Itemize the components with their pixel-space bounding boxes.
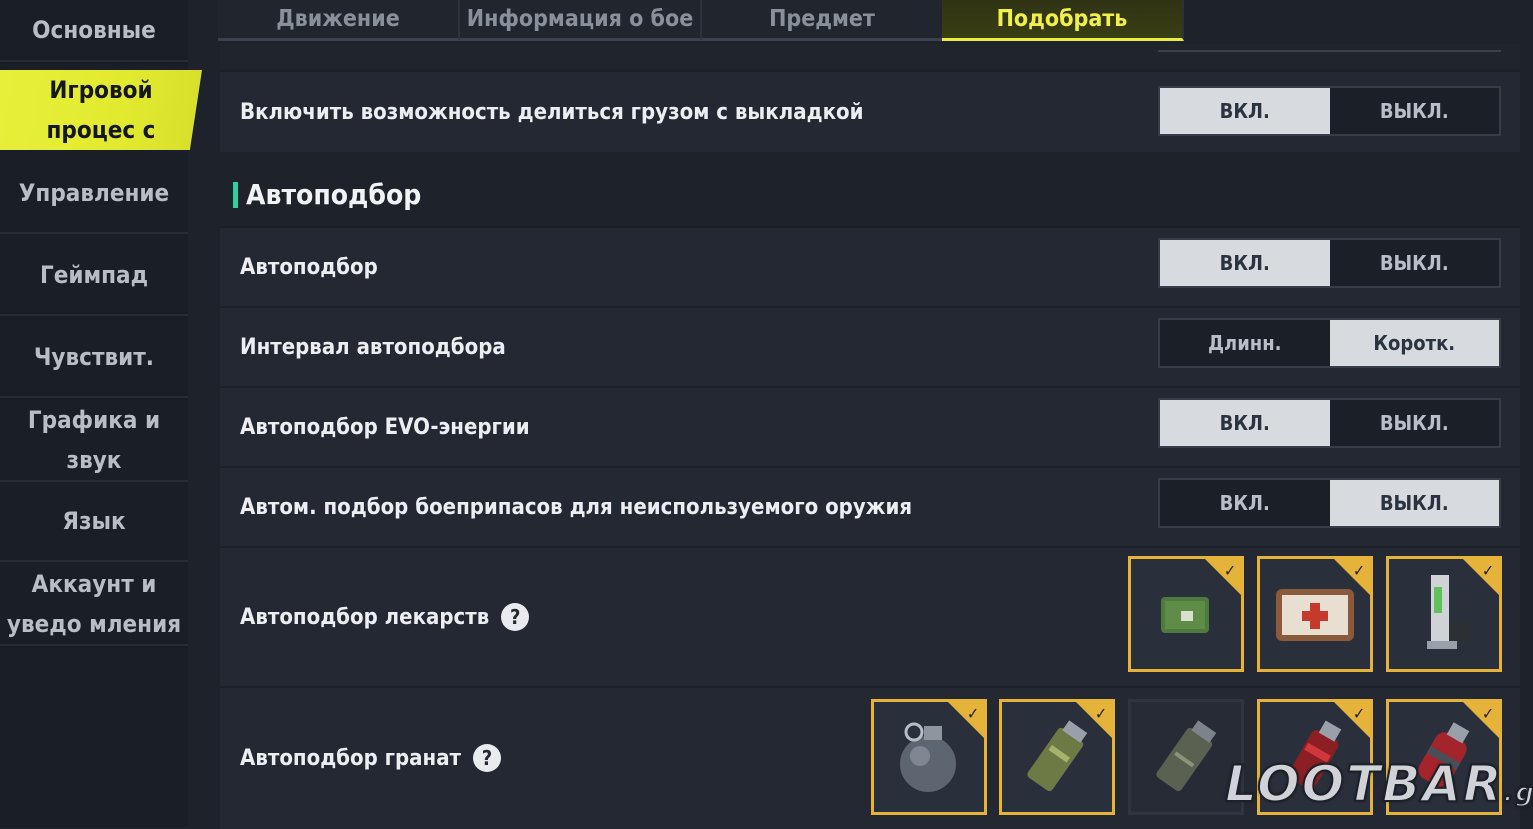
check-icon: ✓ [1352, 561, 1365, 580]
row-pickup-interval: Интервал автоподбора Длинн. Коротк. [220, 306, 1520, 386]
setting-label: Интервал автоподбора [240, 334, 506, 360]
grenade-item-smoke[interactable]: ✓ [999, 699, 1115, 815]
setting-label: Включить возможность делиться грузом с в… [240, 99, 864, 125]
setting-label: Автоподбор [240, 254, 378, 280]
share-loadout-off-button[interactable]: ВЫКЛ. [1330, 88, 1500, 134]
previous-row-fragment [220, 44, 1520, 68]
share-loadout-toggle: ВКЛ. ВЫКЛ. [1158, 86, 1501, 136]
medicine-item-first-aid[interactable]: ✓ [1257, 556, 1373, 672]
setting-label: Автоподбор лекарств ? [240, 603, 530, 631]
sidebar-item-language[interactable]: Язык [0, 482, 188, 562]
sidebar-item-label: Графика и звук [27, 406, 161, 474]
check-icon: ✓ [1481, 561, 1494, 580]
medicine-label: Автоподбор лекарств [240, 604, 490, 630]
row-ammo-unused-weapon: Автом. подбор боеприпасов для неиспользу… [220, 466, 1520, 546]
tab-movement[interactable]: Движение [218, 0, 460, 41]
check-icon: ✓ [1094, 704, 1107, 723]
sidebar-item-gameplay[interactable]: Игровой процес с [0, 70, 202, 150]
share-loadout-on-button[interactable]: ВКЛ. [1160, 88, 1330, 134]
sidebar-item-account-notifications[interactable]: Аккаунт и уведо мления [0, 564, 188, 646]
section-heading: Автоподбор [233, 178, 421, 211]
sidebar-item-gamepad[interactable]: Геймпад [0, 236, 188, 316]
row-share-loadout: Включить возможность делиться грузом с в… [220, 70, 1520, 152]
auto-pickup-toggle: ВКЛ. ВЫКЛ. [1158, 238, 1501, 288]
grenade-item-frag[interactable]: ✓ [871, 699, 987, 815]
evo-energy-toggle: ВКЛ. ВЫКЛ. [1158, 398, 1501, 448]
auto-pickup-on-button[interactable]: ВКЛ. [1160, 240, 1330, 286]
ammo-unused-on-button[interactable]: ВКЛ. [1160, 480, 1330, 526]
help-icon[interactable]: ? [473, 744, 502, 772]
grenades-label: Автоподбор гранат [240, 745, 462, 771]
interval-long-button[interactable]: Длинн. [1160, 320, 1330, 366]
watermark-suffix: .gg [1503, 777, 1533, 809]
medicine-item-bandage[interactable]: ✓ [1128, 556, 1244, 672]
tab-label: Информация о бое [466, 6, 694, 32]
sidebar-item-label: Основные [32, 16, 156, 44]
section-title: Автоподбор [246, 178, 422, 211]
sidebar-item-label: Игровой процес с [46, 76, 156, 144]
ammo-unused-off-button[interactable]: ВЫКЛ. [1329, 480, 1499, 526]
check-icon: ✓ [1481, 704, 1494, 723]
setting-label: Автоподбор EVO-энергии [240, 414, 530, 440]
sidebar-item-basic[interactable]: Основные [0, 0, 188, 62]
sidebar-item-label: Управление [18, 179, 170, 207]
tab-label: Движение [276, 6, 400, 32]
sidebar-item-graphics-audio[interactable]: Графика и звук [0, 400, 188, 482]
settings-sidebar: Основные Игровой процес с Управление Гей… [0, 0, 202, 827]
evo-off-button[interactable]: ВЫКЛ. [1330, 400, 1500, 446]
tab-pickup[interactable]: Подобрать [942, 0, 1184, 41]
sidebar-item-label: Аккаунт и уведо мления [6, 570, 182, 638]
check-icon: ✓ [1352, 704, 1365, 723]
row-evo-energy: Автоподбор EVO-энергии ВКЛ. ВЫКЛ. [220, 386, 1520, 466]
check-icon: ✓ [1223, 561, 1236, 580]
ammo-unused-toggle: ВКЛ. ВЫКЛ. [1158, 478, 1501, 528]
evo-on-button[interactable]: ВКЛ. [1160, 400, 1330, 446]
sidebar-item-label: Геймпад [39, 261, 149, 289]
tab-label: Подобрать [996, 6, 1128, 32]
previous-row-divider [1158, 50, 1501, 52]
lootbar-watermark: LOOTBAR.gg [1224, 754, 1533, 814]
tab-item[interactable]: Предмет [702, 0, 944, 41]
sidebar-item-controls[interactable]: Управление [0, 154, 188, 234]
section-accent-bar [233, 181, 238, 208]
medicine-item-syringe[interactable]: ✓ [1386, 556, 1502, 672]
tab-label: Предмет [769, 6, 875, 32]
sidebar-item-sensitivity[interactable]: Чувствит. [0, 318, 188, 398]
interval-short-button[interactable]: Коротк. [1329, 320, 1499, 366]
pickup-interval-toggle: Длинн. Коротк. [1158, 318, 1501, 368]
auto-pickup-off-button[interactable]: ВЫКЛ. [1330, 240, 1500, 286]
row-auto-pickup: Автоподбор ВКЛ. ВЫКЛ. [220, 226, 1520, 306]
check-icon: ✓ [966, 704, 979, 723]
setting-label: Автоподбор гранат ? [240, 744, 502, 772]
help-icon[interactable]: ? [501, 603, 530, 631]
tab-bar: Движение Информация о бое Предмет Подобр… [218, 0, 1184, 42]
sidebar-item-label: Язык [62, 507, 126, 535]
setting-label: Автом. подбор боеприпасов для неиспользу… [240, 494, 913, 520]
watermark-brand: LOOTBAR [1224, 754, 1504, 814]
sidebar-item-label: Чувствит. [33, 343, 154, 371]
tab-battle-info[interactable]: Информация о бое [460, 0, 702, 41]
